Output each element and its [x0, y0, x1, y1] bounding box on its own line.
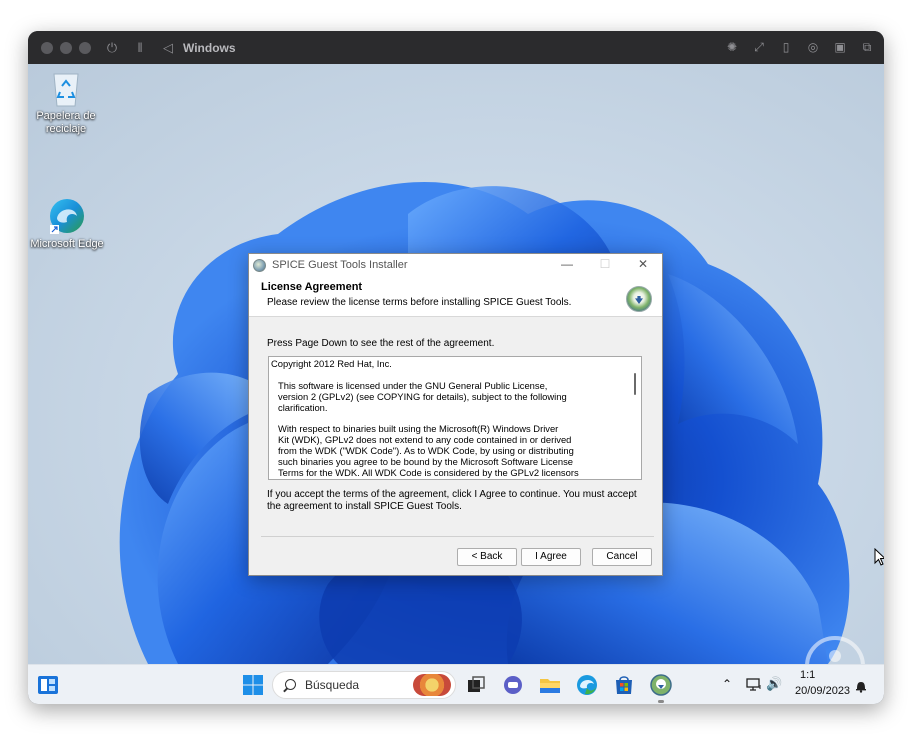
- edge-icon: [50, 199, 84, 234]
- edge-icon[interactable]: [575, 673, 599, 697]
- file-explorer-icon[interactable]: [538, 673, 562, 697]
- resize-icon[interactable]: ⤢: [752, 40, 766, 55]
- dialog-titlebar[interactable]: SPICE Guest Tools Installer — ☐ ✕: [249, 254, 662, 276]
- clock-date[interactable]: 20/09/2023: [795, 685, 850, 697]
- clock-time[interactable]: 1:1: [800, 669, 815, 681]
- license-text-box[interactable]: Copyright 2012 Red Hat, Inc. This softwa…: [268, 356, 642, 480]
- close-button[interactable]: ✕: [624, 254, 662, 276]
- search-box[interactable]: Búsqueda: [272, 671, 456, 699]
- vm-title: Windows: [183, 40, 236, 55]
- mouse-cursor: [874, 548, 884, 566]
- divider: [261, 536, 654, 537]
- cancel-button[interactable]: Cancel: [592, 548, 652, 566]
- license-paragraph: This software is licensed under the GNU …: [278, 379, 567, 413]
- store-icon[interactable]: [612, 673, 636, 697]
- back-button[interactable]: < Back: [457, 548, 517, 566]
- start-icon[interactable]: [241, 673, 265, 697]
- desktop: Papelera de reciclaje Microsoft Edge SPI: [28, 64, 884, 664]
- search-highlight-icon[interactable]: [413, 674, 451, 696]
- power-icon[interactable]: ⏻: [105, 40, 119, 56]
- minimize-traffic-light[interactable]: [60, 41, 72, 54]
- recycle-bin-icon: [53, 73, 79, 107]
- task-view-icon[interactable]: [464, 673, 488, 697]
- desktop-icon-edge[interactable]: Microsoft Edge: [29, 196, 105, 251]
- network-icon[interactable]: [746, 677, 762, 693]
- dialog-title: SPICE Guest Tools Installer: [272, 259, 408, 271]
- i-agree-button[interactable]: I Agree: [521, 548, 581, 566]
- search-placeholder: Búsqueda: [305, 678, 360, 692]
- vm-titlebar: ⏻ ‖ ◁ Windows ✺ ⤢ ▯ ◎ ▣ ⧉: [28, 31, 884, 64]
- spice-installer-icon[interactable]: [649, 673, 673, 697]
- installer-dialog: SPICE Guest Tools Installer — ☐ ✕ Licens…: [248, 253, 663, 576]
- zoom-traffic-light[interactable]: [79, 41, 91, 54]
- disc-icon[interactable]: ◎: [806, 40, 820, 55]
- header-title: License Agreement: [261, 281, 363, 293]
- window-controls: — ☐ ✕: [548, 254, 662, 276]
- desktop-icon-recycle-bin[interactable]: Papelera de reciclaje: [28, 70, 104, 136]
- vm-window: ⏻ ‖ ◁ Windows ✺ ⤢ ▯ ◎ ▣ ⧉ Papelera de re…: [28, 31, 884, 704]
- pause-icon[interactable]: ‖: [133, 40, 147, 55]
- minimize-button[interactable]: —: [548, 254, 586, 276]
- volume-icon[interactable]: 🔊: [766, 676, 782, 692]
- watermark-logo: [805, 636, 865, 664]
- camera-icon[interactable]: ▣: [833, 40, 847, 55]
- vm-toolbar: ✺ ⤢ ▯ ◎ ▣ ⧉: [725, 40, 874, 55]
- license-text: Copyright 2012 Red Hat, Inc. This softwa…: [271, 358, 623, 479]
- back-icon[interactable]: ◁: [161, 40, 175, 56]
- accept-instruction: If you accept the terms of the agreement…: [267, 489, 637, 512]
- teams-chat-icon[interactable]: [501, 673, 525, 697]
- maximize-button: ☐: [599, 257, 611, 271]
- license-paragraph: Copyright 2012 Red Hat, Inc.: [271, 358, 392, 369]
- window-icon[interactable]: ⧉: [860, 40, 874, 55]
- close-traffic-light[interactable]: [41, 41, 53, 54]
- license-scrollbar[interactable]: [627, 357, 641, 479]
- license-paragraph: With respect to binaries built using the…: [278, 423, 579, 479]
- spice-app-icon: [253, 258, 266, 272]
- usb-icon[interactable]: ▯: [779, 40, 793, 55]
- notification-icon[interactable]: [854, 679, 868, 693]
- scrollbar-thumb[interactable]: [634, 373, 636, 395]
- page-down-instruction: Press Page Down to see the rest of the a…: [267, 338, 495, 349]
- running-indicator: [658, 700, 664, 703]
- widgets-icon[interactable]: [36, 673, 60, 697]
- dialog-header: License Agreement Please review the lice…: [249, 276, 662, 317]
- tray-chevron-icon[interactable]: ⌃: [722, 677, 732, 691]
- header-subtitle: Please review the license terms before i…: [267, 297, 572, 308]
- search-icon: [285, 679, 296, 690]
- spice-logo-icon: [626, 286, 652, 312]
- desktop-icon-label: Papelera de reciclaje: [36, 110, 96, 135]
- taskbar: Búsqueda ⌃ 🔊 1:1 20/09/2023: [28, 664, 884, 704]
- brightness-icon[interactable]: ✺: [725, 40, 739, 55]
- desktop-icon-label: Microsoft Edge: [30, 238, 104, 250]
